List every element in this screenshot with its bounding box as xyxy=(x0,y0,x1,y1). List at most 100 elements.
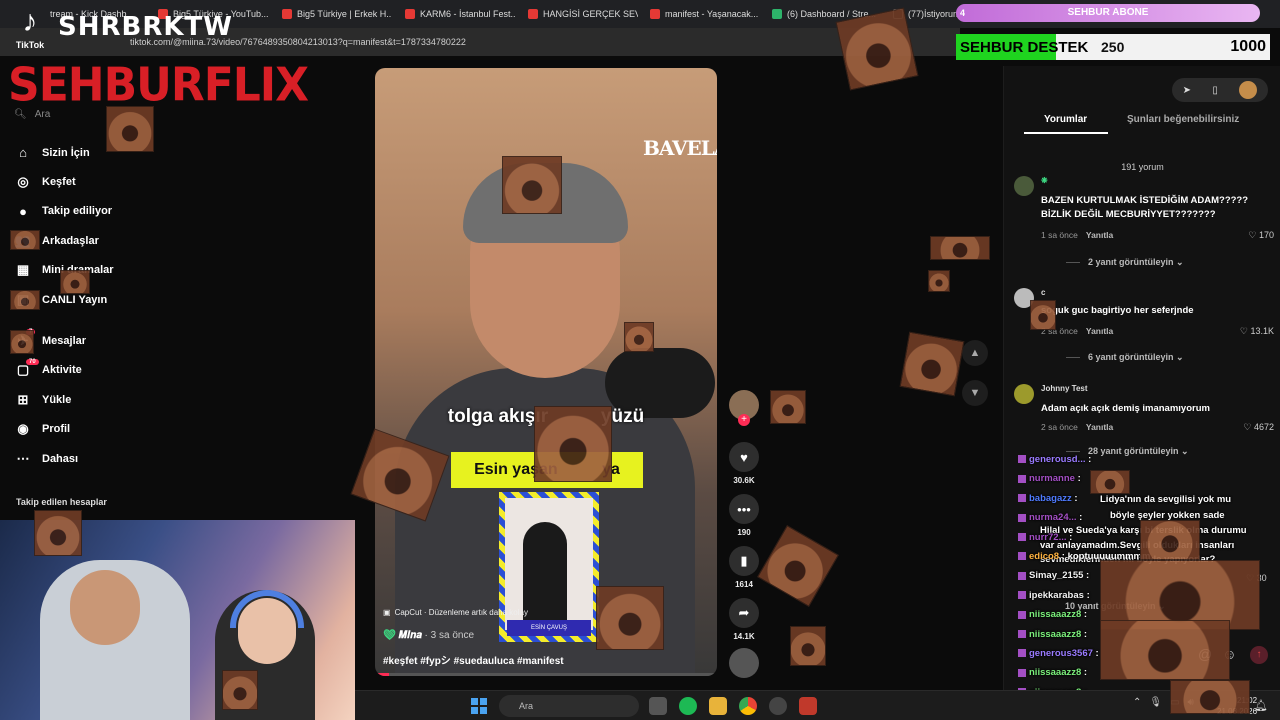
chevron-up-icon[interactable]: ▲ xyxy=(962,340,988,366)
avatar: + xyxy=(729,390,759,426)
chat-message: nurr72... : xyxy=(1018,532,1072,543)
comment-username[interactable]: c xyxy=(1041,288,1045,297)
sidebar-item-label: Sizin İçin xyxy=(42,146,90,159)
chat-badge-icon xyxy=(1018,552,1026,561)
browser-tab[interactable]: Big5 Türkiye | Erkek H... xyxy=(282,4,392,24)
comment-button[interactable]: ••• 190 xyxy=(728,494,760,537)
browser-tab[interactable]: manifest - Yaşanacak... xyxy=(650,4,760,24)
sidebar-item[interactable]: ⋯ Dahası xyxy=(14,444,144,473)
chat-badge-icon xyxy=(1018,494,1026,503)
chat-separator: : xyxy=(1083,570,1090,582)
chat-message: nurmanne : xyxy=(1018,473,1081,484)
sidebar-item[interactable]: ▢ 70 Aktivite xyxy=(14,356,144,385)
comment-text: Adam açık açık demiş imanamıyorum xyxy=(1041,403,1210,414)
chat-message: niissaaazz8 : xyxy=(1018,609,1087,620)
taskbar-search[interactable]: Ara xyxy=(499,695,639,717)
follow-plus-icon[interactable]: + xyxy=(738,414,750,426)
browser-tab[interactable]: HANGİSİ GERÇEK SEV... xyxy=(528,4,638,24)
reply-button[interactable]: Yanıtla xyxy=(1086,422,1113,432)
more-icon: ⋯ xyxy=(16,450,30,466)
chrome-icon[interactable] xyxy=(739,697,757,715)
view-replies-button[interactable]: 6 yanıt görüntüleyin ⌄ xyxy=(1066,352,1184,363)
tab-suggestions[interactable]: Şunları beğenebilirsiniz xyxy=(1127,114,1239,125)
chat-badge-icon xyxy=(1018,649,1026,658)
heart-icon: ♥ xyxy=(729,442,759,472)
chat-separator: : xyxy=(1059,551,1068,562)
sidebar-item[interactable]: ● Takip ediliyor xyxy=(14,197,144,226)
following-icon: ● xyxy=(19,203,27,219)
chevron-down-icon[interactable]: ▼ xyxy=(962,380,988,406)
taskbar-apps xyxy=(649,697,817,715)
comment-like-button[interactable]: ♡ 4672 xyxy=(1243,422,1274,433)
like-button[interactable]: ♥ 30.6K xyxy=(728,442,760,485)
bookmark-icon: ▮ xyxy=(729,546,759,576)
sidebar-item-label: Aktivite xyxy=(42,364,82,377)
chat-username: ipekkarabas xyxy=(1029,589,1084,601)
task-view-icon[interactable] xyxy=(649,697,667,715)
save-count: 1614 xyxy=(735,580,753,589)
obs-icon[interactable] xyxy=(769,697,787,715)
spotify-icon[interactable] xyxy=(679,697,697,715)
user-avatar[interactable] xyxy=(1239,81,1258,99)
avatar[interactable] xyxy=(1014,176,1034,196)
share-button[interactable]: ➦ 14.1K xyxy=(728,598,760,641)
comment-like-button[interactable]: ♡ 170 xyxy=(1248,230,1274,241)
sub-count: 4 xyxy=(960,8,966,18)
sub-banner: 4 SEHBUR ABONE xyxy=(956,4,1260,22)
comment-like-button[interactable]: ♡ 13.1K xyxy=(1240,326,1274,337)
app-icon[interactable] xyxy=(799,697,817,715)
sidebar-item[interactable]: ◉ Profil xyxy=(14,415,144,444)
chat-message: Simay_2155 : xyxy=(1018,570,1089,581)
face-sticker-emote xyxy=(757,525,839,607)
chevron-up-icon[interactable]: ⌃ xyxy=(1133,697,1141,708)
sidebar-item-label: Keşfet xyxy=(42,176,76,189)
chat-username: nurr72... xyxy=(1029,531,1067,543)
chat-badge-icon xyxy=(1018,513,1026,522)
comment-username[interactable]: Johnny Test xyxy=(1041,384,1088,393)
send-icon[interactable]: ➤ xyxy=(1183,85,1191,96)
face-sticker-emote xyxy=(222,670,258,710)
comment-text: Lidya'nın da sevgilisi yok mu xyxy=(1100,494,1232,505)
home-icon: ⌂ xyxy=(19,145,27,161)
microphone-icon[interactable]: 🎙︎ xyxy=(1149,697,1162,708)
sound-avatar-button[interactable] xyxy=(728,648,760,678)
send-comment-button[interactable]: ↑ xyxy=(1250,646,1268,664)
avatar[interactable] xyxy=(1014,384,1034,404)
browser-tab[interactable]: KARM6 - İstanbul Fest... xyxy=(405,4,515,24)
video-progress-bar[interactable] xyxy=(375,673,717,676)
sidebar-item[interactable]: ◎ Keşfet xyxy=(14,167,144,196)
chat-separator: : xyxy=(1076,512,1083,524)
chat-separator: : xyxy=(1083,589,1090,601)
goal-label: SEHBUR DESTEK xyxy=(960,38,1089,56)
chat-username: generousd... xyxy=(1029,454,1086,465)
face-sticker-emote xyxy=(928,270,950,292)
notification-icon[interactable]: 🔔︎ xyxy=(1254,699,1268,712)
chat-separator: : xyxy=(1085,454,1092,465)
tab-comments[interactable]: Yorumlar xyxy=(1044,114,1087,125)
chat-username: niissaaazz8 xyxy=(1029,609,1082,621)
sidebar-item-label: Mesajlar xyxy=(42,335,87,348)
video-hashtags[interactable]: #keşfet #fypシ #suedauluca #manifest xyxy=(383,652,703,667)
chat-separator: : xyxy=(1066,531,1073,543)
channel-name: SHRBRKTW xyxy=(58,12,233,42)
comment-text: BAZEN KURTULMAK İSTEDİĞİM ADAM????? BİZL… xyxy=(1041,195,1249,220)
streamer-head xyxy=(70,570,140,645)
phone-icon[interactable]: ▯ xyxy=(1212,85,1218,96)
view-replies-button[interactable]: 2 yanıt görüntüleyin ⌄ xyxy=(1066,257,1184,268)
video-inset-photo: ESİN ÇAVUŞ xyxy=(499,492,599,642)
capcut-icon: ▣ xyxy=(383,608,391,617)
chat-badge-icon xyxy=(1018,474,1026,483)
windows-start-icon[interactable] xyxy=(471,698,487,714)
file-explorer-icon[interactable] xyxy=(709,697,727,715)
reply-button[interactable]: Yanıtla xyxy=(1086,326,1113,336)
youtube-icon xyxy=(282,9,292,19)
save-button[interactable]: ▮ 1614 xyxy=(728,546,760,589)
face-sticker-emote xyxy=(10,290,40,310)
face-sticker-emote xyxy=(106,106,154,152)
sidebar-item[interactable]: ⊞ Yükle xyxy=(14,385,144,414)
comment-user-badge: ❋ xyxy=(1041,176,1048,185)
author-avatar-button[interactable]: + xyxy=(728,390,760,426)
taskbar-search-text: Ara xyxy=(519,701,534,711)
reply-button[interactable]: Yanıtla xyxy=(1086,230,1113,240)
search-icon: 🔍︎ xyxy=(14,108,27,120)
